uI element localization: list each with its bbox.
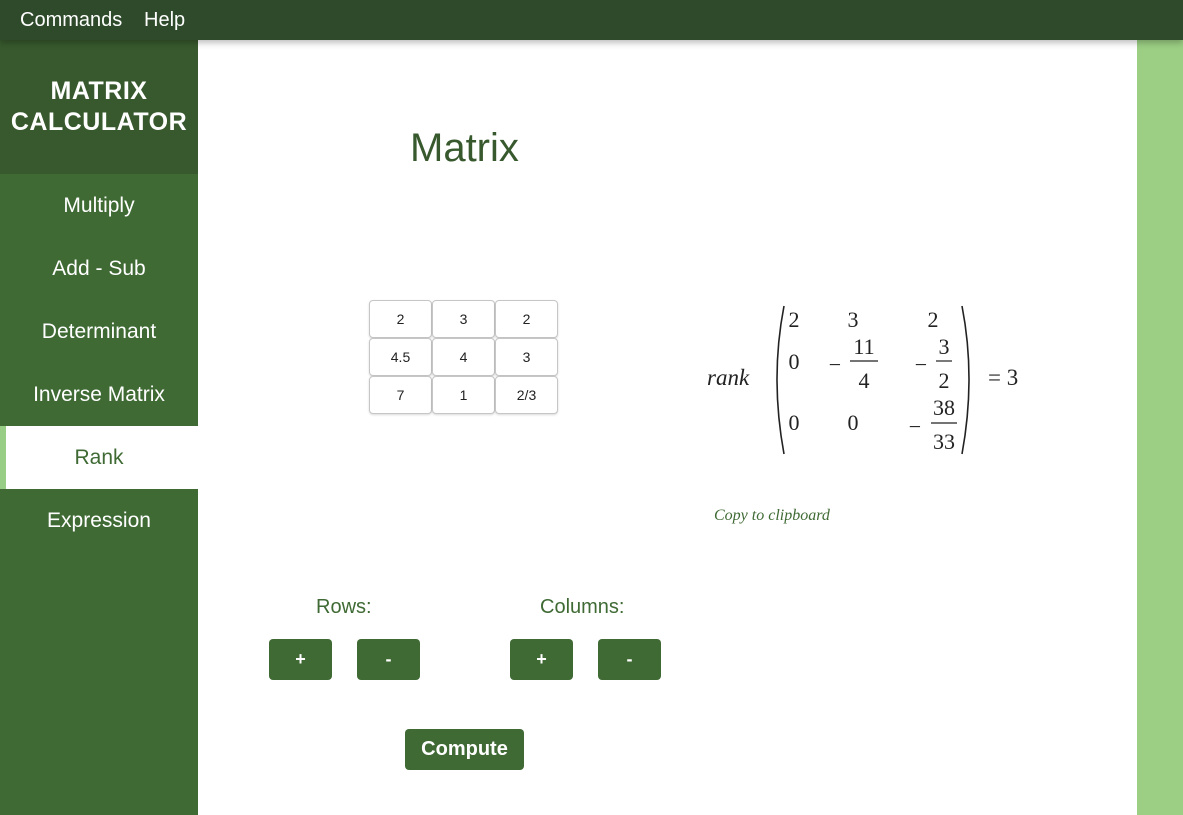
remove-row-button[interactable]: -: [357, 639, 420, 680]
result-r1c2: 3: [848, 307, 859, 332]
add-column-button[interactable]: +: [510, 639, 573, 680]
matrix-cell-r1c1[interactable]: 2: [369, 300, 432, 338]
right-bracket: [961, 305, 970, 455]
sidebar-item-expression[interactable]: Expression: [0, 489, 198, 552]
menu-help[interactable]: Help: [144, 0, 185, 40]
result-r3c2: 0: [848, 410, 859, 435]
remove-column-button[interactable]: -: [598, 639, 661, 680]
result-r3c1: 0: [789, 410, 800, 435]
columns-label: Columns:: [540, 596, 625, 618]
fraction-numerator: 38: [933, 395, 955, 420]
brand-line-1: MATRIX: [50, 77, 148, 105]
menu-commands[interactable]: Commands: [20, 0, 122, 40]
sidebar-item-determinant[interactable]: Determinant: [0, 300, 198, 363]
matrix-cell-r3c1[interactable]: 7: [369, 376, 432, 414]
sidebar-item-add-sub[interactable]: Add - Sub: [0, 237, 198, 300]
result-r2c2: − 11 4: [829, 334, 878, 393]
matrix-cell-r2c3[interactable]: 3: [495, 338, 558, 376]
fraction-denominator: 4: [859, 368, 870, 393]
rows-label: Rows:: [316, 596, 372, 618]
compute-button[interactable]: Compute: [405, 729, 524, 770]
fraction-denominator: 33: [933, 429, 955, 454]
minus-sign: −: [829, 352, 841, 377]
rank-formula: rank 2 3 2 0 − 11 4 − 3 2 0 0 − 38 33 = …: [707, 305, 1018, 455]
rank-result: rank 2 3 2 0 − 11 4 − 3 2 0 0 − 38 33 = …: [700, 300, 1040, 460]
right-accent-strip: [1137, 40, 1183, 815]
function-name: rank: [707, 365, 750, 390]
fraction-numerator: 11: [853, 334, 874, 359]
matrix-cell-r1c3[interactable]: 2: [495, 300, 558, 338]
sidebar-item-rank[interactable]: Rank: [0, 426, 198, 489]
matrix-cell-r1c2[interactable]: 3: [432, 300, 495, 338]
copy-to-clipboard-link[interactable]: Copy to clipboard: [714, 507, 830, 525]
matrix-cell-r3c3[interactable]: 2/3: [495, 376, 558, 414]
sidebar: MATRIX CALCULATOR Multiply Add - Sub Det…: [0, 40, 198, 815]
fraction-numerator: 3: [939, 334, 950, 359]
matrix-cell-r2c2[interactable]: 4: [432, 338, 495, 376]
result-r1c3: 2: [928, 307, 939, 332]
left-bracket: [776, 305, 785, 455]
matrix-cell-r3c2[interactable]: 1: [432, 376, 495, 414]
minus-sign: −: [915, 352, 927, 377]
minus-sign: −: [909, 414, 921, 439]
add-row-button[interactable]: +: [269, 639, 332, 680]
rank-value: = 3: [988, 365, 1018, 390]
fraction-denominator: 2: [939, 368, 950, 393]
brand-line-2: CALCULATOR: [10, 108, 188, 136]
sidebar-item-multiply[interactable]: Multiply: [0, 174, 198, 237]
result-r3c3: − 38 33: [909, 395, 957, 454]
sidebar-item-inverse-matrix[interactable]: Inverse Matrix: [0, 363, 198, 426]
result-r2c1: 0: [789, 349, 800, 374]
result-r2c3: − 3 2: [915, 334, 952, 393]
app-brand: MATRIX CALCULATOR: [0, 40, 198, 174]
menu-bar: Commands Help: [0, 0, 1183, 40]
matrix-cell-r2c1[interactable]: 4.5: [369, 338, 432, 376]
page-title: Matrix: [410, 126, 519, 170]
result-r1c1: 2: [789, 307, 800, 332]
